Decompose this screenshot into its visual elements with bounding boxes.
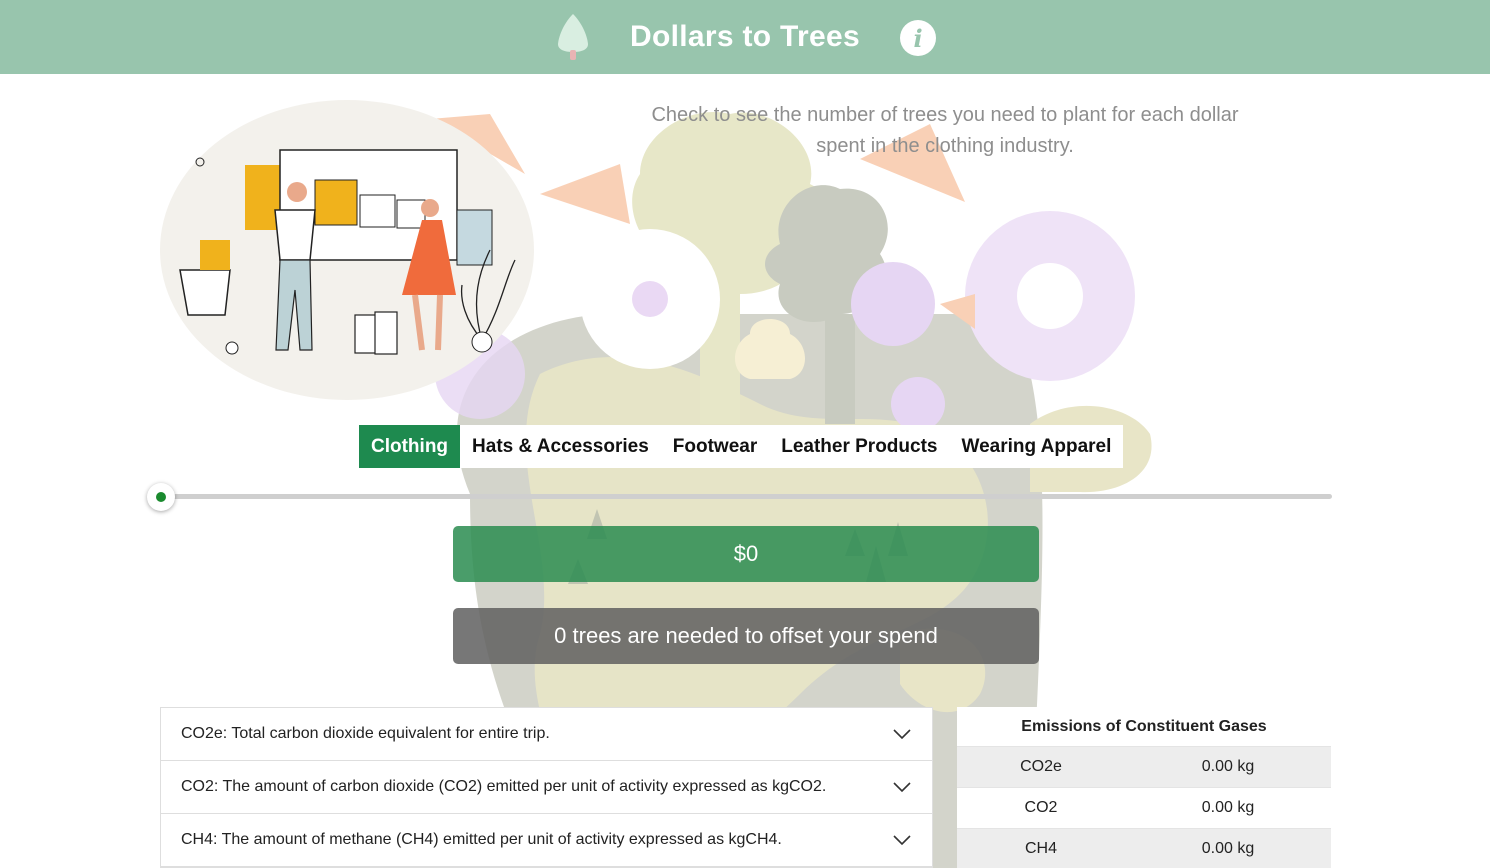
accordion-item-ch4[interactable]: CH4: The amount of methane (CH4) emitted… (161, 814, 932, 867)
tab-wearing-apparel[interactable]: Wearing Apparel (949, 425, 1123, 468)
app-title: Dollars to Trees (630, 20, 860, 53)
tab-hats-accessories[interactable]: Hats & Accessories (460, 425, 661, 468)
accordion-label: CH4: The amount of methane (CH4) emitted… (181, 831, 782, 848)
intro-subtitle: Check to see the number of trees you nee… (651, 104, 1239, 157)
info-glyph: i (913, 23, 923, 53)
table-row: CO2e 0.00 kg (957, 747, 1331, 788)
shopping-illustration (160, 100, 534, 400)
gas-name: CO2e (1020, 758, 1062, 775)
chevron-down-icon (893, 782, 911, 793)
table-row: CH4 0.00 kg (957, 829, 1331, 868)
tab-footwear[interactable]: Footwear (661, 425, 769, 468)
emissions-rows: CO2e 0.00 kg CO2 0.00 kg CH4 0.00 kg (957, 747, 1331, 868)
trees-result: 0 trees are needed to offset your spend (453, 608, 1039, 664)
slider-thumb-dot (156, 492, 166, 502)
gas-name: CO2 (1024, 799, 1058, 816)
info-icon[interactable]: i (900, 20, 936, 56)
slider-thumb[interactable] (147, 483, 175, 511)
tree-icon (558, 14, 588, 60)
emissions-table: Emissions of Constituent Gases CO2e 0.00… (957, 707, 1331, 868)
gas-name: CH4 (1024, 840, 1057, 857)
accordion-label: CO2: The amount of carbon dioxide (CO2) … (181, 778, 827, 795)
app-header: Dollars to Trees i (0, 0, 1490, 74)
spend-amount-display: $0 (453, 526, 1039, 582)
accordion-label: CO2e: Total carbon dioxide equivalent fo… (181, 725, 550, 742)
chevron-down-icon (893, 835, 911, 846)
tab-clothing[interactable]: Clothing (359, 425, 461, 468)
gas-value: 0.00 kg (1201, 799, 1255, 816)
accordion-item-co2[interactable]: CO2: The amount of carbon dioxide (CO2) … (161, 761, 932, 814)
emissions-title: Emissions of Constituent Gases (957, 707, 1331, 747)
slider-track[interactable] (156, 494, 1332, 499)
accordion-item-co2e[interactable]: CO2e: Total carbon dioxide equivalent fo… (161, 708, 932, 761)
gas-value: 0.00 kg (1201, 758, 1255, 775)
chevron-down-icon (893, 729, 911, 740)
spend-slider[interactable] (146, 482, 1336, 512)
tab-leather-products[interactable]: Leather Products (769, 425, 949, 468)
table-row: CO2 0.00 kg (957, 788, 1331, 829)
category-tabs: Clothing Hats & Accessories Footwear Lea… (359, 425, 1124, 468)
gas-value: 0.00 kg (1201, 840, 1255, 857)
gas-definitions-accordion: CO2e: Total carbon dioxide equivalent fo… (160, 707, 933, 868)
